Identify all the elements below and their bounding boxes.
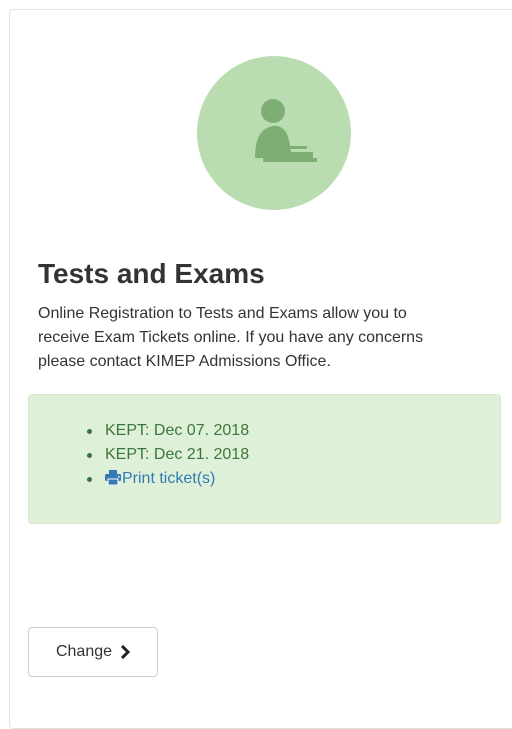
exam-status-panel: KEPT: Dec 07. 2018 KEPT: Dec 21. 2018 Pr…: [28, 394, 501, 524]
change-button[interactable]: Change: [28, 627, 158, 677]
description-line: please contact KIMEP Admissions Office.: [38, 353, 331, 370]
list-item: KEPT: Dec 21. 2018: [81, 443, 249, 467]
avatar: [197, 56, 351, 210]
exam-entry: KEPT: Dec 21. 2018: [105, 446, 250, 463]
print-tickets-link[interactable]: Print ticket(s): [105, 470, 215, 487]
print-link-label: Print ticket(s): [122, 470, 216, 487]
bullet-icon: [87, 477, 92, 482]
chevron-right-icon: [120, 645, 131, 659]
exam-list: KEPT: Dec 07. 2018 KEPT: Dec 21. 2018 Pr…: [81, 419, 249, 491]
description-line: Online Registration to Tests and Exams a…: [38, 305, 407, 322]
description-line: receive Exam Tickets online. If you have…: [38, 329, 424, 346]
tests-exams-card: Tests and Exams Online Registration to T…: [9, 9, 512, 729]
bullet-icon: [87, 453, 92, 458]
list-item: KEPT: Dec 07. 2018: [81, 419, 249, 443]
person-at-desk-icon: [255, 99, 317, 162]
list-item: Print ticket(s): [81, 467, 249, 491]
change-button-label: Change: [55, 643, 113, 660]
bullet-icon: [87, 429, 92, 434]
page-title: Tests and Exams: [38, 258, 265, 289]
exam-entry: KEPT: Dec 07. 2018: [105, 422, 250, 439]
description: Online Registration to Tests and Exams a…: [38, 302, 512, 374]
printer-icon: [105, 470, 121, 486]
